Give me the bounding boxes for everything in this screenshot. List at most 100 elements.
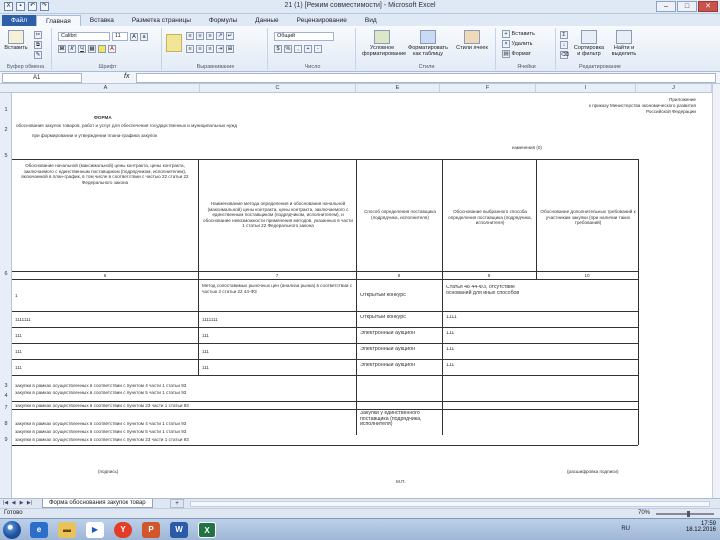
font-size-dropdown[interactable]: 11 — [112, 32, 128, 41]
copy-icon[interactable]: ⧉ — [34, 41, 42, 49]
align-bottom-icon[interactable]: ≡ — [206, 32, 214, 40]
excel-icon[interactable]: X — [198, 522, 216, 538]
minimize-button[interactable]: – — [656, 1, 676, 12]
font-name-dropdown[interactable]: Calibri — [58, 32, 110, 41]
row-header[interactable]: 3 — [0, 383, 12, 389]
align-center-icon[interactable]: ≡ — [196, 45, 204, 53]
stamp-label: М.П. — [396, 479, 406, 484]
paste-button[interactable]: Вставить — [2, 30, 30, 60]
media-player-icon[interactable]: ▶ — [86, 522, 104, 538]
system-clock[interactable]: 17:59 18.12.2016 — [686, 521, 716, 533]
underline-icon[interactable]: Ч — [78, 45, 86, 53]
row-header[interactable]: 6 — [0, 271, 12, 277]
ie-icon[interactable]: e — [30, 522, 48, 538]
tab-home[interactable]: Главная — [35, 15, 81, 26]
insert-cells-button[interactable]: + Вставить — [502, 30, 535, 38]
zoom-level[interactable]: 70% — [638, 510, 650, 516]
wrap-highlight-icon[interactable] — [166, 34, 182, 52]
sheet-tab-active[interactable]: Форма обоснования закупок товар — [42, 499, 153, 508]
increase-decimal-icon[interactable]: + — [304, 45, 312, 53]
column-header[interactable]: A — [12, 84, 200, 93]
tab-formulas[interactable]: Формулы — [200, 15, 246, 26]
row-header[interactable]: 5 — [0, 153, 12, 159]
italic-icon[interactable]: К — [68, 45, 76, 53]
row-header[interactable]: 2 — [0, 127, 12, 133]
thousands-icon[interactable]: , — [294, 45, 302, 53]
start-button[interactable] — [3, 521, 21, 539]
close-button[interactable]: ✕ — [698, 1, 718, 12]
format-as-table-button[interactable]: Форматировать как таблицу — [406, 30, 450, 60]
align-left-icon[interactable]: ≡ — [186, 45, 194, 53]
clear-icon[interactable]: ⌫ — [560, 51, 569, 59]
font-color-icon[interactable]: A — [108, 45, 116, 53]
tab-review[interactable]: Рецензирование — [288, 15, 356, 26]
bold-icon[interactable]: Ж — [58, 45, 66, 53]
column-header[interactable]: C — [200, 84, 356, 93]
cell-styles-icon — [464, 30, 480, 44]
fill-icon[interactable]: ↓ — [560, 41, 568, 49]
borders-icon[interactable]: ▦ — [88, 45, 96, 53]
cell-styles-button[interactable]: Стили ячеек — [454, 30, 490, 60]
horizontal-scrollbar[interactable] — [190, 501, 710, 507]
tab-insert[interactable]: Вставка — [81, 15, 123, 26]
version-label: изменения (0) — [512, 145, 542, 150]
cut-icon[interactable]: ✂ — [34, 31, 42, 39]
list-item: закупки в рамках осуществленных в соотве… — [15, 383, 187, 388]
format-painter-icon[interactable]: ✎ — [34, 51, 42, 59]
number-format-dropdown[interactable]: Общий — [274, 32, 334, 41]
table-header: Обоснование дополнительных требований к … — [540, 209, 636, 226]
worksheet[interactable]: Приложение к приказу Министерства эконом… — [12, 93, 712, 498]
align-top-icon[interactable]: ≡ — [186, 32, 194, 40]
language-indicator[interactable]: RU — [621, 526, 630, 532]
tab-file[interactable]: Файл — [2, 15, 36, 26]
formula-input[interactable] — [136, 73, 716, 83]
find-select-button[interactable]: Найти и выделить — [608, 30, 640, 60]
align-right-icon[interactable]: ≡ — [206, 45, 214, 53]
zoom-slider-knob[interactable] — [687, 511, 690, 517]
column-header[interactable]: I — [536, 84, 636, 93]
format-cells-button[interactable]: ▤ Формат — [502, 50, 531, 58]
decrease-decimal-icon[interactable]: - — [314, 45, 322, 53]
percent-icon[interactable]: % — [284, 45, 292, 53]
shrink-font-icon[interactable]: a — [140, 32, 148, 41]
powerpoint-icon[interactable]: P — [142, 522, 160, 538]
prev-sheet-icon[interactable]: ◀ — [10, 500, 17, 507]
add-sheet-button[interactable]: + — [170, 499, 184, 508]
row-header[interactable]: 7 — [0, 405, 12, 411]
tab-view[interactable]: Вид — [356, 15, 386, 26]
fx-icon[interactable]: fx — [124, 73, 129, 80]
currency-icon[interactable]: $ — [274, 45, 282, 53]
merge-icon[interactable]: ⊞ — [226, 45, 234, 53]
sort-filter-button[interactable]: Сортировка и фильтр — [572, 30, 606, 60]
insert-cells-label: Вставить — [511, 31, 535, 37]
name-box[interactable]: A1 — [2, 73, 82, 83]
next-sheet-icon[interactable]: ▶ — [18, 500, 25, 507]
column-header[interactable]: F — [440, 84, 536, 93]
column-header[interactable]: E — [356, 84, 440, 93]
column-header[interactable]: J — [636, 84, 712, 93]
wrap-text-icon[interactable]: ↵ — [226, 32, 234, 40]
vertical-scrollbar[interactable] — [712, 84, 720, 498]
conditional-formatting-button[interactable]: Условное форматирование — [362, 30, 406, 60]
row-header[interactable]: 4 — [0, 393, 12, 399]
first-sheet-icon[interactable]: |◀ — [2, 500, 9, 507]
maximize-button[interactable]: □ — [677, 1, 697, 12]
row-header[interactable]: 1 — [0, 107, 12, 113]
column-number: 9 — [487, 273, 491, 278]
word-icon[interactable]: W — [170, 522, 188, 538]
folder-icon[interactable]: ▬ — [58, 522, 76, 538]
orientation-icon[interactable]: ↗ — [216, 32, 224, 40]
align-middle-icon[interactable]: ≡ — [196, 32, 204, 40]
fill-color-icon[interactable] — [98, 45, 106, 53]
tab-data[interactable]: Данные — [246, 15, 287, 26]
zoom-slider[interactable] — [656, 513, 714, 515]
last-sheet-icon[interactable]: ▶| — [26, 500, 33, 507]
indent-icon[interactable]: ⇥ — [216, 45, 224, 53]
row-header[interactable]: 8 — [0, 421, 12, 427]
tab-page-layout[interactable]: Разметка страницы — [123, 15, 200, 26]
delete-cells-button[interactable]: × Удалить — [502, 40, 533, 48]
autosum-icon[interactable]: Σ — [560, 31, 568, 39]
yandex-icon[interactable]: Y — [114, 522, 132, 538]
grow-font-icon[interactable]: A — [130, 32, 138, 41]
row-header[interactable]: 9 — [0, 437, 12, 443]
